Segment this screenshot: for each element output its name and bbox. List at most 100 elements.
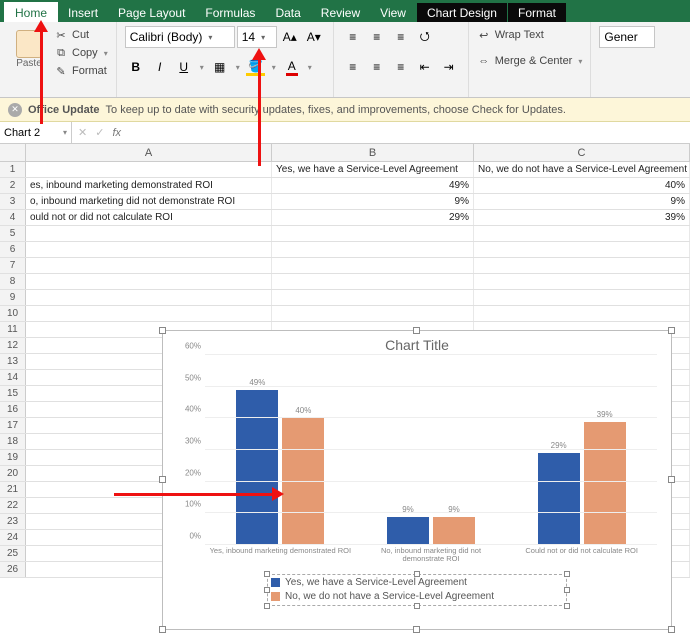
tab-format[interactable]: Format xyxy=(508,3,566,22)
cell-C10[interactable] xyxy=(474,306,690,321)
align-middle-button[interactable]: ≡ xyxy=(366,26,388,48)
cell-A2[interactable]: es, inbound marketing demonstrated ROI xyxy=(26,178,272,193)
col-A-header[interactable]: A xyxy=(26,144,272,161)
cell-B10[interactable] xyxy=(272,306,474,321)
row-header[interactable]: 16 xyxy=(0,402,26,417)
chart-title[interactable]: Chart Title xyxy=(163,331,671,355)
tab-insert[interactable]: Insert xyxy=(58,3,108,22)
decrease-indent-button[interactable]: ⇤ xyxy=(414,56,436,78)
enter-icon[interactable]: ✓ xyxy=(95,126,104,139)
shrink-font-button[interactable]: A▾ xyxy=(303,26,325,48)
italic-button[interactable]: I xyxy=(149,56,171,78)
cell-B4[interactable]: 29% xyxy=(272,210,474,225)
row-header[interactable]: 12 xyxy=(0,338,26,353)
row-header[interactable]: 1 xyxy=(0,162,26,177)
bar[interactable]: 39% xyxy=(584,422,626,546)
cell-C2[interactable]: 40% xyxy=(474,178,690,193)
row-header[interactable]: 23 xyxy=(0,514,26,529)
chart-handle[interactable] xyxy=(159,327,166,334)
row-header[interactable]: 18 xyxy=(0,434,26,449)
row-header[interactable]: 3 xyxy=(0,194,26,209)
col-B-header[interactable]: B xyxy=(272,144,474,161)
border-button[interactable]: ▦ xyxy=(209,56,231,78)
cell-B7[interactable] xyxy=(272,258,474,273)
row-header[interactable]: 17 xyxy=(0,418,26,433)
paste-icon[interactable] xyxy=(16,30,42,58)
tab-data[interactable]: Data xyxy=(265,3,310,22)
row-header[interactable]: 24 xyxy=(0,530,26,545)
chart-handle[interactable] xyxy=(413,626,420,633)
row-header[interactable]: 10 xyxy=(0,306,26,321)
tab-home[interactable]: Home xyxy=(4,2,58,22)
align-top-button[interactable]: ≡ xyxy=(342,26,364,48)
cell-C1[interactable]: No, we do not have a Service-Level Agree… xyxy=(474,162,690,177)
underline-menu[interactable]: ▾ xyxy=(197,56,207,78)
orientation-button[interactable]: ⭯ xyxy=(414,26,436,48)
chart-legend[interactable]: Yes, we have a Service-Level Agreement N… xyxy=(267,574,567,606)
align-center-button[interactable]: ≡ xyxy=(366,56,388,78)
cell-B8[interactable] xyxy=(272,274,474,289)
close-notice-icon[interactable]: ✕ xyxy=(8,103,22,117)
row-header[interactable]: 4 xyxy=(0,210,26,225)
font-size-dropdown[interactable]: 14▾ xyxy=(237,26,277,48)
cell-A3[interactable]: o, inbound marketing did not demonstrate… xyxy=(26,194,272,209)
row-header[interactable]: 13 xyxy=(0,354,26,369)
wrap-text-button[interactable]: ↩Wrap Text xyxy=(477,26,583,44)
paste-button[interactable]: Paste xyxy=(16,58,42,69)
cell-B3[interactable]: 9% xyxy=(272,194,474,209)
increase-indent-button[interactable]: ⇥ xyxy=(438,56,460,78)
row-header[interactable]: 21 xyxy=(0,482,26,497)
tab-page-layout[interactable]: Page Layout xyxy=(108,3,195,22)
cell-A8[interactable] xyxy=(26,274,272,289)
copy-button[interactable]: ⧉Copy▾ xyxy=(54,44,108,62)
cut-button[interactable]: ✂Cut xyxy=(54,26,108,44)
cell-A9[interactable] xyxy=(26,290,272,305)
row-header[interactable]: 26 xyxy=(0,562,26,577)
cell-A1[interactable] xyxy=(26,162,272,177)
cell-C8[interactable] xyxy=(474,274,690,289)
row-header[interactable]: 20 xyxy=(0,466,26,481)
cell-A10[interactable] xyxy=(26,306,272,321)
bold-button[interactable]: B xyxy=(125,56,147,78)
row-header[interactable]: 14 xyxy=(0,370,26,385)
align-bottom-button[interactable]: ≡ xyxy=(390,26,412,48)
row-header[interactable]: 9 xyxy=(0,290,26,305)
chart-handle[interactable] xyxy=(413,327,420,334)
font-name-dropdown[interactable]: Calibri (Body)▾ xyxy=(125,26,235,48)
align-right-button[interactable]: ≡ xyxy=(390,56,412,78)
bar[interactable]: 40% xyxy=(282,418,324,545)
cell-A7[interactable] xyxy=(26,258,272,273)
tab-formulas[interactable]: Formulas xyxy=(195,3,265,22)
merge-center-button[interactable]: ⇔Merge & Center▾ xyxy=(477,52,583,70)
tab-chart-design[interactable]: Chart Design xyxy=(417,3,507,22)
row-header[interactable]: 15 xyxy=(0,386,26,401)
cell-C6[interactable] xyxy=(474,242,690,257)
bar[interactable]: 9% xyxy=(387,517,429,546)
row-header[interactable]: 5 xyxy=(0,226,26,241)
row-header[interactable]: 19 xyxy=(0,450,26,465)
row-header[interactable]: 2 xyxy=(0,178,26,193)
fx-icon[interactable]: fx xyxy=(112,127,121,139)
cell-B6[interactable] xyxy=(272,242,474,257)
cell-B5[interactable] xyxy=(272,226,474,241)
cell-C4[interactable]: 39% xyxy=(474,210,690,225)
chart-handle[interactable] xyxy=(159,476,166,483)
row-header[interactable]: 25 xyxy=(0,546,26,561)
bar[interactable]: 9% xyxy=(433,517,475,546)
underline-button[interactable]: U xyxy=(173,56,195,78)
fill-color-menu[interactable]: ▾ xyxy=(269,56,279,78)
cell-B2[interactable]: 49% xyxy=(272,178,474,193)
format-painter-button[interactable]: ✎Format xyxy=(54,62,108,80)
chart-handle[interactable] xyxy=(159,626,166,633)
row-header[interactable]: 6 xyxy=(0,242,26,257)
row-header[interactable]: 8 xyxy=(0,274,26,289)
tab-review[interactable]: Review xyxy=(311,3,370,22)
font-color-button[interactable]: A xyxy=(281,56,303,78)
cell-A5[interactable] xyxy=(26,226,272,241)
cell-B9[interactable] xyxy=(272,290,474,305)
border-menu[interactable]: ▾ xyxy=(233,56,243,78)
chart-handle[interactable] xyxy=(668,476,675,483)
embedded-chart[interactable]: Chart Title 49%40%9%9%29%39% 0%10%20%30%… xyxy=(162,330,672,630)
cell-A6[interactable] xyxy=(26,242,272,257)
cell-A4[interactable]: ould not or did not calculate ROI xyxy=(26,210,272,225)
